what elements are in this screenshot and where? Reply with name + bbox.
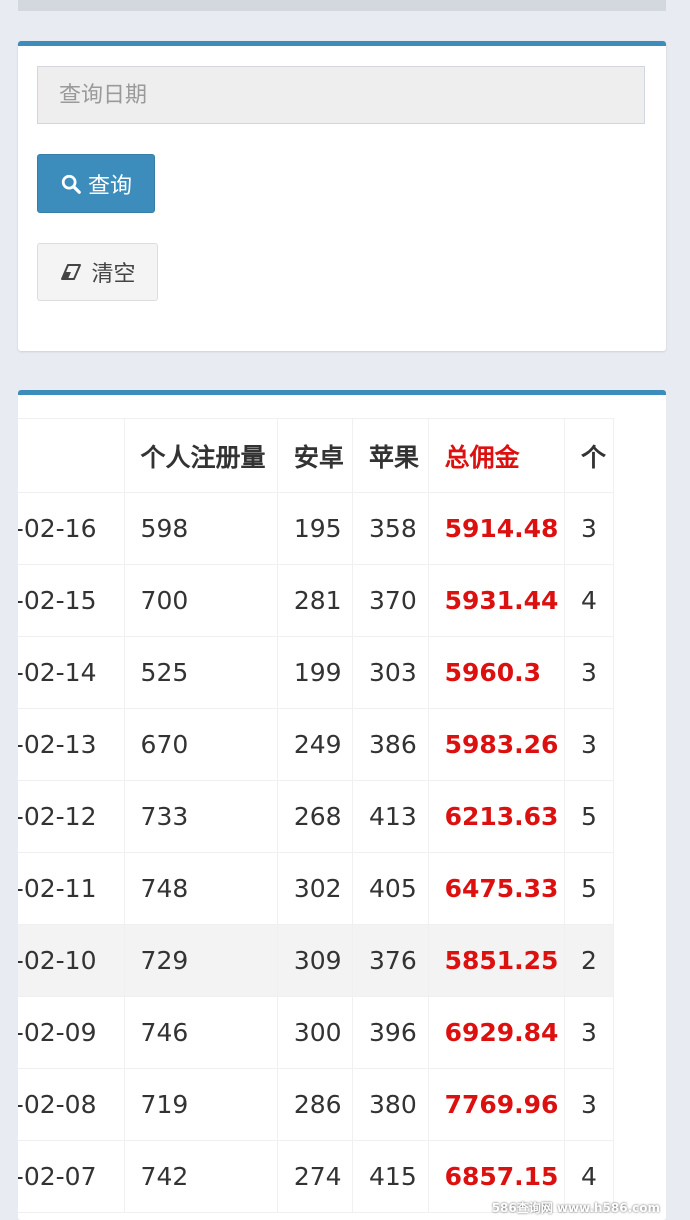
cell-ios: 358 xyxy=(352,492,429,565)
cell-android: 249 xyxy=(276,708,354,781)
cell-registrations: 525 xyxy=(123,636,278,709)
cell-ios: 405 xyxy=(352,852,429,925)
table-row: 25-02-097463003966929.843 xyxy=(18,996,615,1069)
cell-total-commission: 5931.44 xyxy=(427,564,565,637)
table-row: 25-02-087192863807769.963 xyxy=(18,1068,615,1141)
cell-date: 25-02-11 xyxy=(18,852,125,925)
cell-date: 25-02-10 xyxy=(18,924,125,997)
cell-date: 25-02-14 xyxy=(18,636,125,709)
cell-date: 25-02-12 xyxy=(18,780,125,853)
clear-button[interactable]: 清空 xyxy=(37,243,158,301)
cell-registrations: 733 xyxy=(123,780,278,853)
cell-android: 309 xyxy=(276,924,354,997)
cell-date: 25-02-16 xyxy=(18,492,125,565)
cell-registrations: 748 xyxy=(123,852,278,925)
header-date: 期 xyxy=(18,418,125,493)
cell-registrations: 729 xyxy=(123,924,278,997)
cell-total-commission: 7769.96 xyxy=(427,1068,565,1141)
cell-total-commission: 6929.84 xyxy=(427,996,565,1069)
cell-ios: 413 xyxy=(352,780,429,853)
commission-table: 期 个人注册量 安卓 苹果 总佣金 个 25-02-16598195358591… xyxy=(18,418,615,1213)
query-button[interactable]: 查询 xyxy=(37,154,155,213)
cell-ios: 396 xyxy=(352,996,429,1069)
header-total-commission: 总佣金 xyxy=(427,418,565,493)
cell-total-commission: 6213.63 xyxy=(427,780,565,853)
table-row: 25-02-127332684136213.635 xyxy=(18,780,615,853)
cell-total-commission: 5851.25 xyxy=(427,924,565,997)
header-android: 安卓 xyxy=(276,418,354,493)
eraser-icon xyxy=(61,264,82,280)
table-row: 25-02-165981953585914.483 xyxy=(18,492,615,565)
cell-next: 3 xyxy=(563,996,615,1069)
query-button-label: 查询 xyxy=(87,173,132,199)
header-registrations: 个人注册量 xyxy=(123,418,278,493)
cell-ios: 380 xyxy=(352,1068,429,1141)
table-header-row: 期 个人注册量 安卓 苹果 总佣金 个 xyxy=(18,418,615,493)
header-ios: 苹果 xyxy=(352,418,429,493)
cell-registrations: 598 xyxy=(123,492,278,565)
cell-total-commission: 5914.48 xyxy=(427,492,565,565)
cell-date: 25-02-15 xyxy=(18,564,125,637)
cell-next: 2 xyxy=(563,924,615,997)
cell-next: 3 xyxy=(563,708,615,781)
top-panel-edge xyxy=(18,0,666,11)
cell-android: 302 xyxy=(276,852,354,925)
header-next: 个 xyxy=(563,418,615,493)
table-row: 25-02-136702493865983.263 xyxy=(18,708,615,781)
cell-next: 5 xyxy=(563,852,615,925)
cell-ios: 386 xyxy=(352,708,429,781)
cell-date: 25-02-13 xyxy=(18,708,125,781)
cell-registrations: 700 xyxy=(123,564,278,637)
cell-android: 195 xyxy=(276,492,354,565)
data-table-panel: 期 个人注册量 安卓 苹果 总佣金 个 25-02-16598195358591… xyxy=(18,390,666,1220)
cell-registrations: 746 xyxy=(123,996,278,1069)
clear-button-label: 清空 xyxy=(91,262,136,287)
cell-android: 199 xyxy=(276,636,354,709)
cell-total-commission: 5983.26 xyxy=(427,708,565,781)
cell-next: 5 xyxy=(563,780,615,853)
table-row: 25-02-145251993035960.33 xyxy=(18,636,615,709)
cell-next: 3 xyxy=(563,1068,615,1141)
table-row: 25-02-107293093765851.252 xyxy=(18,924,615,997)
query-panel: 查询 清空 xyxy=(18,41,666,351)
cell-next: 3 xyxy=(563,492,615,565)
date-query-input[interactable] xyxy=(37,66,645,124)
cell-ios: 376 xyxy=(352,924,429,997)
cell-registrations: 670 xyxy=(123,708,278,781)
cell-ios: 303 xyxy=(352,636,429,709)
cell-date: 25-02-08 xyxy=(18,1068,125,1141)
cell-android: 300 xyxy=(276,996,354,1069)
cell-next: 3 xyxy=(563,636,615,709)
cell-android: 268 xyxy=(276,780,354,853)
cell-date: 25-02-09 xyxy=(18,996,125,1069)
search-icon xyxy=(61,174,81,194)
cell-android: 281 xyxy=(276,564,354,637)
cell-registrations: 719 xyxy=(123,1068,278,1141)
cell-total-commission: 5960.3 xyxy=(427,636,565,709)
cell-android: 286 xyxy=(276,1068,354,1141)
cell-ios: 370 xyxy=(352,564,429,637)
cell-total-commission: 6475.33 xyxy=(427,852,565,925)
table-row: 25-02-157002813705931.444 xyxy=(18,564,615,637)
cell-next: 4 xyxy=(563,564,615,637)
table-row: 25-02-117483024056475.335 xyxy=(18,852,615,925)
